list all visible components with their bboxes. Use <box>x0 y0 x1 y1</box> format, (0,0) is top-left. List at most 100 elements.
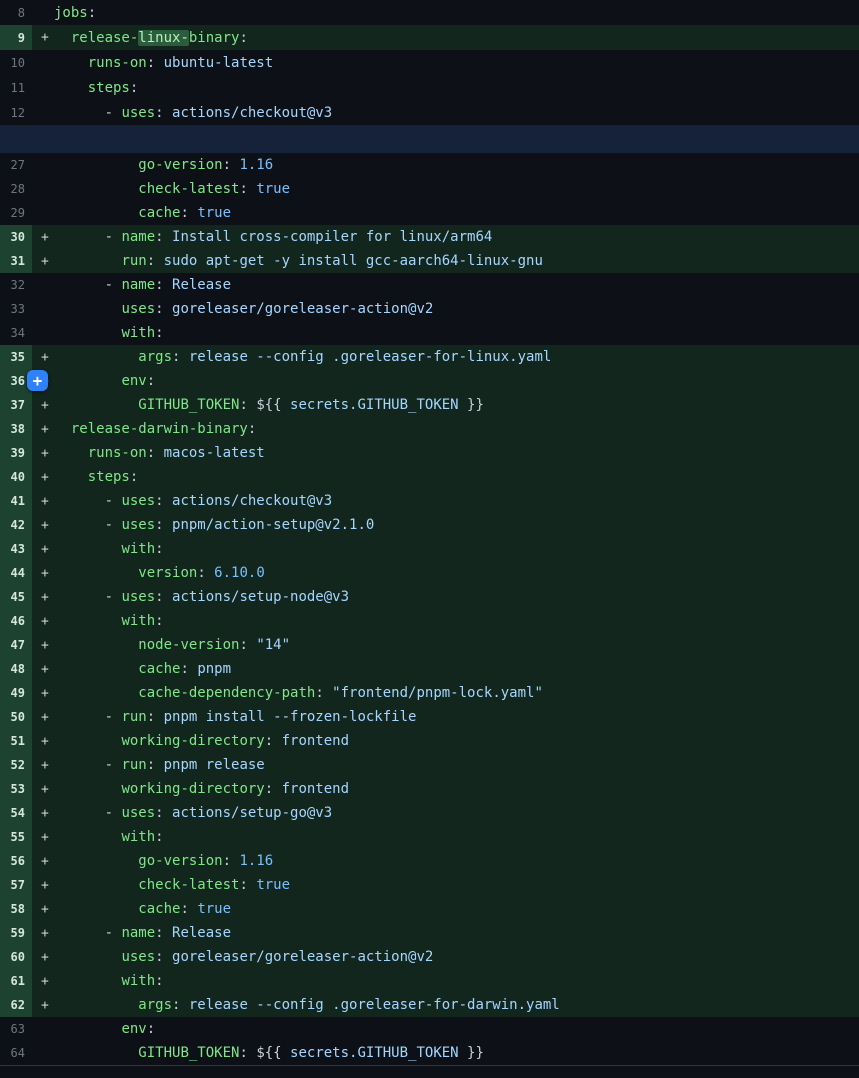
diff-row-line-43: 43+ with: <box>0 537 859 561</box>
line-number[interactable]: 48 <box>0 657 32 681</box>
code-token: : <box>239 637 256 653</box>
code-token <box>54 685 138 701</box>
code-token: : <box>155 829 163 845</box>
diff-row-line-9: 9+ release-linux-binary: <box>0 25 859 50</box>
diff-row-line-28: 28 check-latest: true <box>0 177 859 201</box>
code-line: cache: pnpm <box>54 657 231 681</box>
code-token <box>54 55 88 71</box>
line-number[interactable]: 52 <box>0 753 32 777</box>
line-number[interactable]: 31 <box>0 249 32 273</box>
code-token: run <box>121 709 146 725</box>
line-number[interactable]: 55 <box>0 825 32 849</box>
line-number[interactable]: 64 <box>0 1041 32 1065</box>
line-number[interactable]: 29 <box>0 201 32 225</box>
line-number[interactable]: 60 <box>0 945 32 969</box>
code-token: runs-on <box>88 445 147 461</box>
line-number[interactable]: 56 <box>0 849 32 873</box>
expand-hunk-row[interactable] <box>0 125 859 153</box>
diff-marker: + <box>32 446 54 461</box>
line-number[interactable]: 54 <box>0 801 32 825</box>
line-number[interactable]: 47 <box>0 633 32 657</box>
diff-marker: + <box>32 926 54 941</box>
line-number[interactable]: 46 <box>0 609 32 633</box>
code-token: - <box>54 589 121 605</box>
code-token: - <box>54 105 121 121</box>
line-number[interactable]: 42 <box>0 513 32 537</box>
line-number[interactable]: 8 <box>0 0 32 25</box>
line-number[interactable]: 35 <box>0 345 32 369</box>
code-token: Release <box>172 277 231 293</box>
code-token: release --config .goreleaser-for-darwin.… <box>189 997 560 1013</box>
code-token: : <box>130 469 138 485</box>
line-number[interactable]: 12 <box>0 100 32 125</box>
code-line: with: <box>54 825 164 849</box>
code-token: }} <box>459 397 484 413</box>
diff-marker: + <box>32 710 54 725</box>
code-token: - <box>54 805 121 821</box>
line-number[interactable]: 43 <box>0 537 32 561</box>
line-number[interactable]: 44 <box>0 561 32 585</box>
line-number[interactable]: 28 <box>0 177 32 201</box>
code-line: cache: true <box>54 201 231 225</box>
line-number[interactable]: 53 <box>0 777 32 801</box>
code-line: args: release --config .goreleaser-for-d… <box>54 993 560 1017</box>
code-token: - <box>54 517 121 533</box>
diff-marker: + <box>32 758 54 773</box>
line-number[interactable]: 57 <box>0 873 32 897</box>
line-number[interactable]: 59 <box>0 921 32 945</box>
code-token: : <box>155 517 172 533</box>
code-token <box>54 781 121 797</box>
code-token: : <box>239 397 256 413</box>
code-token: : <box>147 373 155 389</box>
line-number[interactable]: 49 <box>0 681 32 705</box>
line-number[interactable]: 58 <box>0 897 32 921</box>
line-number[interactable]: 40 <box>0 465 32 489</box>
code-token: sudo apt-get -y install gcc-aarch64-linu… <box>164 253 543 269</box>
diff-row-line-56: 56+ go-version: 1.16 <box>0 849 859 873</box>
diff-row-line-62: 62+ args: release --config .goreleaser-f… <box>0 993 859 1017</box>
code-token: : <box>180 901 197 917</box>
line-number[interactable]: 33 <box>0 297 32 321</box>
line-number[interactable]: 50 <box>0 705 32 729</box>
code-token: args <box>138 349 172 365</box>
line-number[interactable]: 45 <box>0 585 32 609</box>
line-number[interactable]: 10 <box>0 50 32 75</box>
line-number[interactable]: 32 <box>0 273 32 297</box>
line-number[interactable]: 61 <box>0 969 32 993</box>
line-number[interactable]: 30 <box>0 225 32 249</box>
diff-row-line-34: 34 with: <box>0 321 859 345</box>
code-token: actions/setup-go@v3 <box>172 805 332 821</box>
diff-marker: + <box>32 974 54 989</box>
code-token <box>54 349 138 365</box>
diff-marker: + <box>32 494 54 509</box>
code-token: : <box>155 973 163 989</box>
line-number[interactable]: 37 <box>0 393 32 417</box>
line-number[interactable]: 9 <box>0 25 32 50</box>
line-number[interactable]: 39 <box>0 441 32 465</box>
diff-marker: + <box>32 230 54 245</box>
code-token <box>54 397 138 413</box>
diff-row-line-40: 40+ steps: <box>0 465 859 489</box>
code-token: goreleaser/goreleaser-action@v2 <box>172 301 433 317</box>
code-token: actions/checkout@v3 <box>172 493 332 509</box>
diff-row-line-49: 49+ cache-dependency-path: "frontend/pnp… <box>0 681 859 705</box>
add-comment-button[interactable]: + <box>27 370 48 391</box>
line-number[interactable]: 41 <box>0 489 32 513</box>
code-token: ${{ <box>256 397 290 413</box>
code-token: }} <box>459 1045 484 1061</box>
code-token: 1.16 <box>239 157 273 173</box>
line-number[interactable]: 51 <box>0 729 32 753</box>
code-token: uses <box>121 949 155 965</box>
diff-marker: + <box>32 30 54 45</box>
diff-row-line-44: 44+ version: 6.10.0 <box>0 561 859 585</box>
line-number[interactable]: 38 <box>0 417 32 441</box>
code-token <box>54 205 138 221</box>
line-number[interactable]: 62 <box>0 993 32 1017</box>
code-token: cache-dependency-path <box>138 685 315 701</box>
code-token: go-version <box>138 157 222 173</box>
line-number[interactable]: 63 <box>0 1017 32 1041</box>
code-token: release --config .goreleaser-for-linux.y… <box>189 349 551 365</box>
line-number[interactable]: 27 <box>0 153 32 177</box>
line-number[interactable]: 34 <box>0 321 32 345</box>
line-number[interactable]: 11 <box>0 75 32 100</box>
